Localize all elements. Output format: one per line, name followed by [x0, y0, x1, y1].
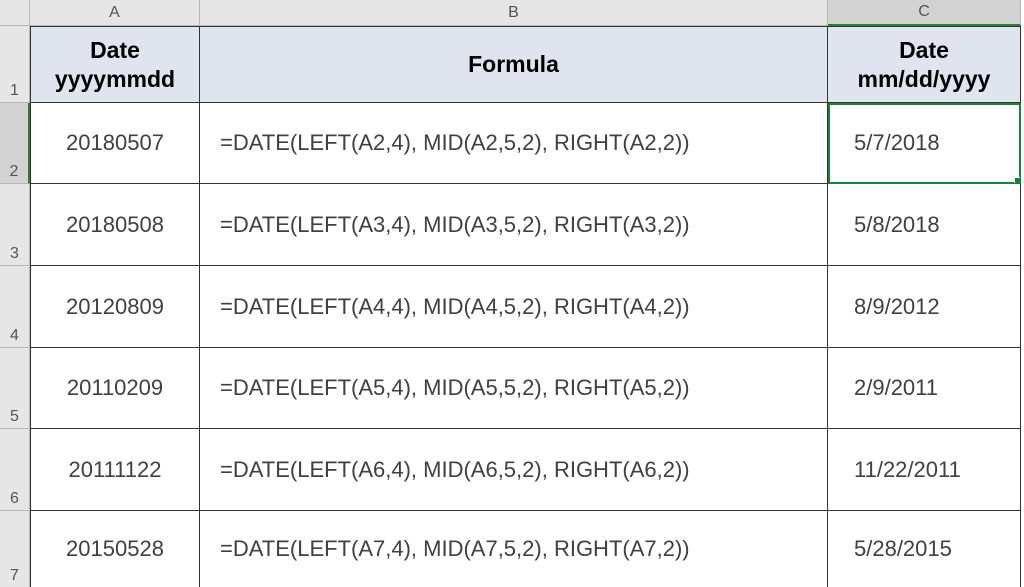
cell-c5[interactable]: 2/9/2011	[828, 348, 1021, 429]
cell-c6[interactable]: 11/22/2011	[828, 429, 1021, 511]
cell-a5[interactable]: 20110209	[30, 348, 200, 429]
col-header-a[interactable]: A	[30, 0, 200, 26]
col-header-c[interactable]: C	[828, 0, 1021, 26]
cell-b2[interactable]: =DATE(LEFT(A2,4), MID(A2,5,2), RIGHT(A2,…	[200, 103, 828, 184]
spreadsheet-grid[interactable]: A B C 1 Date yyyymmdd Formula Date mm/dd…	[0, 0, 1024, 587]
cell-b4[interactable]: =DATE(LEFT(A4,4), MID(A4,5,2), RIGHT(A4,…	[200, 266, 828, 348]
cell-a7[interactable]: 20150528	[30, 511, 200, 587]
select-all-corner[interactable]	[0, 0, 30, 26]
cell-c3[interactable]: 5/8/2018	[828, 184, 1021, 266]
row-header-7[interactable]: 7	[0, 511, 30, 587]
row-header-4[interactable]: 4	[0, 266, 30, 348]
row-header-2[interactable]: 2	[0, 103, 30, 184]
header-c-line2: mm/dd/yyyy	[858, 65, 991, 94]
cell-a3[interactable]: 20180508	[30, 184, 200, 266]
header-a-line1: Date	[90, 36, 140, 65]
row-header-6[interactable]: 6	[0, 429, 30, 511]
cell-b3[interactable]: =DATE(LEFT(A3,4), MID(A3,5,2), RIGHT(A3,…	[200, 184, 828, 266]
header-cell-a[interactable]: Date yyyymmdd	[30, 26, 200, 103]
cell-c2[interactable]: 5/7/2018	[828, 103, 1021, 184]
row-header-3[interactable]: 3	[0, 184, 30, 266]
cell-b7[interactable]: =DATE(LEFT(A7,4), MID(A7,5,2), RIGHT(A7,…	[200, 511, 828, 587]
header-cell-b[interactable]: Formula	[200, 26, 828, 103]
cell-b5[interactable]: =DATE(LEFT(A5,4), MID(A5,5,2), RIGHT(A5,…	[200, 348, 828, 429]
cell-a6[interactable]: 20111122	[30, 429, 200, 511]
cell-a2[interactable]: 20180507	[30, 103, 200, 184]
row-header-5[interactable]: 5	[0, 348, 30, 429]
header-c-line1: Date	[899, 36, 949, 65]
header-b-line1: Formula	[468, 50, 559, 79]
cell-b6[interactable]: =DATE(LEFT(A6,4), MID(A6,5,2), RIGHT(A6,…	[200, 429, 828, 511]
header-cell-c[interactable]: Date mm/dd/yyyy	[828, 26, 1021, 103]
header-a-line2: yyyymmdd	[55, 65, 175, 94]
cell-c7[interactable]: 5/28/2015	[828, 511, 1021, 587]
row-header-1[interactable]: 1	[0, 26, 30, 103]
cell-a4[interactable]: 20120809	[30, 266, 200, 348]
cell-c4[interactable]: 8/9/2012	[828, 266, 1021, 348]
col-header-b[interactable]: B	[200, 0, 828, 26]
